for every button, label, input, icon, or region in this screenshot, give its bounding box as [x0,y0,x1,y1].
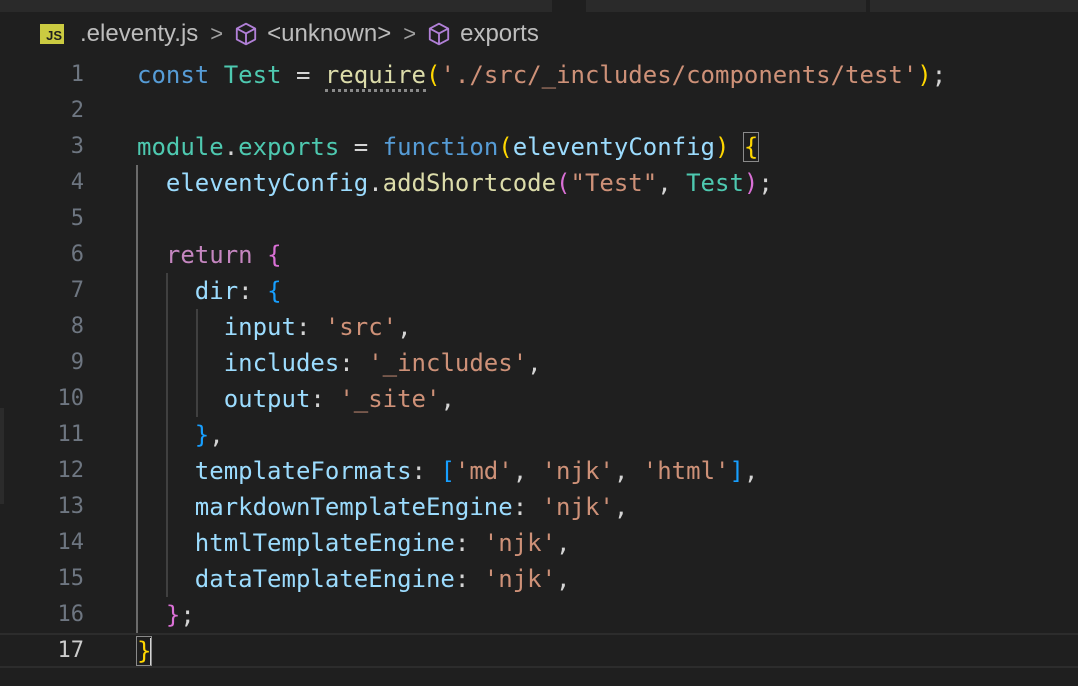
code-line[interactable]: 10 output: '_site', [0,381,1078,417]
code-line[interactable]: 15 dataTemplateEngine: 'njk', [0,561,1078,597]
code-line[interactable]: 9 includes: '_includes', [0,345,1078,381]
line-number: 15 [57,566,85,591]
line-number: 17 [57,638,85,663]
code-text: module.exports = function(eleventyConfig… [137,132,760,162]
line-number: 1 [70,62,84,87]
tab-strip-segment [586,0,866,12]
code-text: } [135,636,153,666]
text-cursor [150,638,153,666]
chevron-right-icon: > [210,21,224,46]
line-number: 11 [57,422,85,447]
code-line[interactable]: 1 const Test = require('./src/_includes/… [0,57,1078,93]
line-number: 2 [70,98,84,123]
line-number: 5 [70,206,84,231]
line-number: 16 [57,602,85,627]
line-number: 8 [70,314,84,339]
code-text: includes: '_includes', [223,349,542,377]
code-line[interactable]: 11 }, [0,417,1078,453]
code-text: eleventyConfig.addShortcode("Test", Test… [165,169,773,197]
code-line[interactable]: 13 markdownTemplateEngine: 'njk', [0,489,1078,525]
code-line[interactable]: 6 return { [0,237,1078,273]
breadcrumb-file[interactable]: .eleventy.js [80,20,198,48]
code-editor[interactable]: 1 const Test = require('./src/_includes/… [0,56,1078,686]
line-number: 4 [70,170,84,195]
code-text: markdownTemplateEngine: 'njk', [194,493,629,521]
code-line[interactable]: 4 eleventyConfig.addShortcode("Test", Te… [0,165,1078,201]
code-text: output: '_site', [223,385,455,413]
code-line[interactable]: 16 }; [0,597,1078,633]
line-number: 7 [70,278,84,303]
breadcrumb: JS .eleventy.js > <unknown> > exports [0,12,1078,56]
code-line[interactable]: 3 module.exports = function(eleventyConf… [0,129,1078,165]
code-text: const Test = require('./src/_includes/co… [137,60,946,92]
tab-strip-segment [870,0,1078,12]
code-text: return { [165,241,282,269]
line-number: 13 [57,494,85,519]
code-text: }; [165,601,195,629]
line-number: 14 [57,530,85,555]
code-text: templateFormats: ['md', 'njk', 'html'], [194,457,759,485]
tab-strip [0,0,1078,12]
code-line[interactable]: 12 templateFormats: ['md', 'njk', 'html'… [0,453,1078,489]
line-number: 9 [70,350,84,375]
code-text: input: 'src', [223,313,412,341]
matching-bracket: { [742,132,760,162]
code-line[interactable]: 2 [0,93,1078,129]
code-text: dataTemplateEngine: 'njk', [194,565,571,593]
matching-bracket: } [135,636,153,666]
chevron-right-icon: > [403,21,417,46]
code-line[interactable]: 14 htmlTemplateEngine: 'njk', [0,525,1078,561]
code-text: dir: { [194,277,282,305]
js-file-icon: JS [40,24,64,44]
symbol-cube-icon [236,22,257,46]
code-line[interactable]: 5 [0,201,1078,237]
code-line[interactable]: 8 input: 'src', [0,309,1078,345]
code-text: htmlTemplateEngine: 'njk', [194,529,571,557]
line-number: 12 [57,458,85,483]
code-line[interactable]: 7 dir: { [0,273,1078,309]
code-line-current[interactable]: 17 } [0,633,1078,669]
tab-strip-segment [0,0,552,12]
line-number: 10 [57,386,85,411]
breadcrumb-symbol-exports[interactable]: exports [460,20,539,48]
line-number: 6 [70,242,84,267]
code-text: }, [194,421,224,449]
breadcrumb-symbol-unknown[interactable]: <unknown> [267,20,391,48]
line-number: 3 [70,134,84,159]
symbol-cube-icon [428,22,450,46]
